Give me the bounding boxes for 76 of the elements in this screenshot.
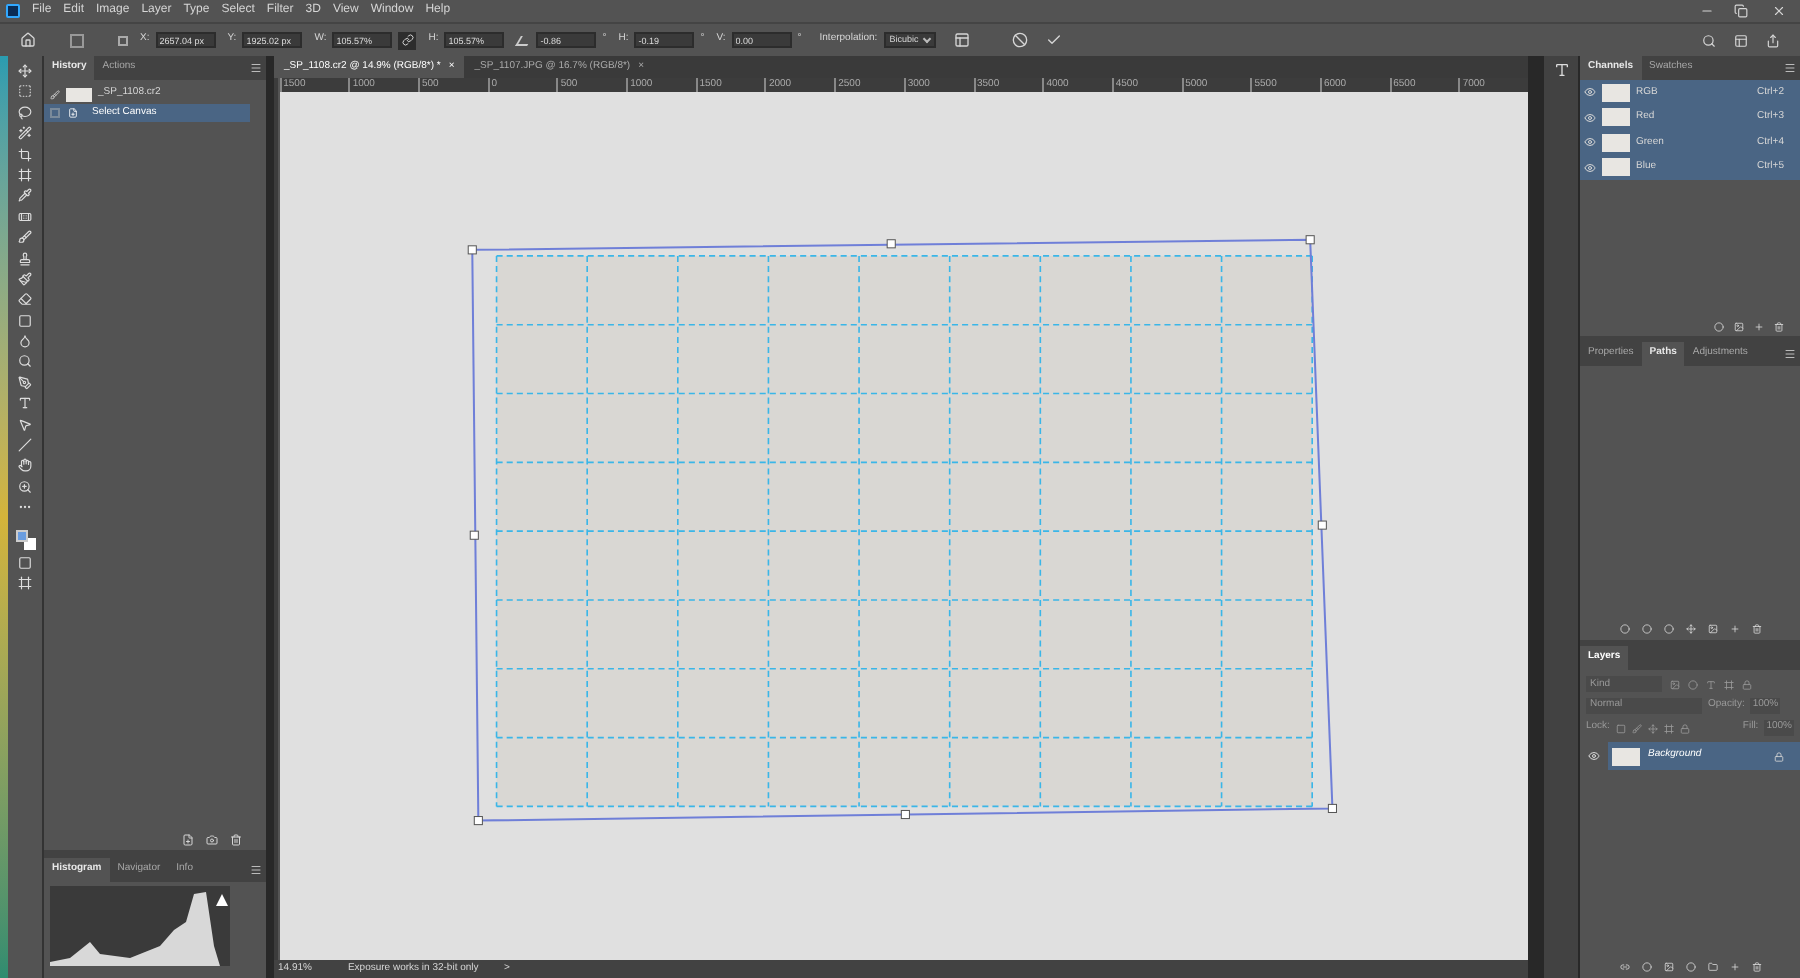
layer-action-icon[interactable] — [1707, 962, 1717, 972]
new-channel-icon[interactable] — [1754, 322, 1764, 332]
eye-icon[interactable] — [1584, 86, 1596, 99]
snapshot-source-checkbox[interactable] — [50, 108, 60, 118]
path-tool-icon[interactable] — [1663, 624, 1673, 634]
workspace-icon[interactable] — [1734, 33, 1748, 47]
path-tool-icon[interactable] — [1641, 624, 1651, 634]
layer-action-icon[interactable] — [1729, 962, 1739, 972]
lock-option-icon[interactable] — [1663, 723, 1674, 733]
search-icon[interactable] — [1702, 33, 1716, 47]
transform-handle[interactable] — [1304, 235, 1314, 245]
trash-icon[interactable] — [230, 834, 242, 846]
hand-icon[interactable] — [18, 458, 32, 473]
cancel-icon[interactable] — [1012, 32, 1029, 48]
transform-handle[interactable] — [466, 245, 477, 255]
new-document-icon[interactable] — [182, 834, 194, 846]
reference-checkbox[interactable] — [118, 35, 128, 45]
lasso-icon[interactable] — [18, 105, 32, 120]
layer-action-icon[interactable] — [1663, 962, 1673, 972]
droplet-icon[interactable] — [18, 334, 32, 349]
line-icon[interactable] — [18, 438, 32, 453]
layer-action-icon[interactable] — [1641, 962, 1651, 972]
home-icon[interactable] — [20, 32, 36, 48]
app-logo-icon[interactable] — [6, 4, 20, 18]
character-panel-icon[interactable] — [1553, 62, 1569, 78]
bandage-icon[interactable] — [18, 209, 32, 224]
trash-icon[interactable] — [1774, 322, 1784, 332]
transform-handle[interactable] — [885, 239, 896, 249]
history-brush-icon[interactable] — [18, 271, 32, 286]
panel-menu-icon[interactable] — [250, 62, 262, 74]
panel-menu-icon[interactable] — [250, 864, 262, 876]
eye-icon[interactable] — [1584, 111, 1596, 124]
snapshot-thumbnail — [66, 87, 92, 101]
selection-icon[interactable] — [1714, 322, 1724, 332]
document-icon — [68, 108, 78, 118]
eraser-icon[interactable] — [18, 292, 32, 307]
layer-action-icon[interactable] — [1685, 962, 1695, 972]
transform-handle[interactable] — [1317, 520, 1327, 530]
transform-handle[interactable] — [473, 816, 483, 826]
panel-menu-icon[interactable] — [1784, 62, 1796, 74]
transform-handle[interactable] — [900, 809, 910, 820]
color-swatches[interactable] — [15, 529, 35, 550]
stamp-icon[interactable] — [18, 251, 32, 266]
brush-icon — [50, 89, 60, 99]
close-icon[interactable] — [1772, 4, 1786, 18]
crop-icon[interactable] — [18, 147, 32, 162]
path-tool-icon[interactable] — [1619, 624, 1629, 634]
restore-icon[interactable] — [1734, 4, 1748, 18]
minimize-icon[interactable] — [1700, 4, 1714, 18]
move-icon[interactable] — [18, 64, 32, 78]
path-tool-icon[interactable] — [1685, 624, 1695, 634]
layer-action-icon[interactable] — [1751, 962, 1761, 972]
filter-icon[interactable] — [1724, 679, 1734, 689]
eye-icon[interactable] — [1584, 136, 1596, 149]
share-icon[interactable] — [1766, 33, 1780, 47]
mask-icon[interactable] — [1734, 322, 1744, 332]
transform-handle[interactable] — [1327, 803, 1337, 813]
link-button[interactable] — [398, 31, 417, 49]
eye-icon[interactable] — [1584, 161, 1596, 174]
brush-icon[interactable] — [18, 230, 32, 245]
path-tool-icon[interactable] — [1751, 624, 1761, 634]
pointer-icon[interactable] — [18, 417, 32, 432]
commit-icon[interactable] — [1046, 32, 1063, 48]
panel-menu-icon[interactable] — [1784, 348, 1796, 360]
layer-action-icon[interactable] — [1619, 962, 1629, 972]
wand-icon[interactable] — [18, 126, 32, 141]
zoom-icon[interactable] — [18, 479, 32, 494]
pen-icon[interactable] — [18, 375, 32, 390]
type-icon[interactable] — [18, 396, 32, 411]
eye-icon[interactable] — [1588, 750, 1600, 762]
eyedropper-icon[interactable] — [18, 188, 32, 203]
camera-icon[interactable] — [206, 834, 218, 846]
reference-point-icon[interactable] — [70, 33, 84, 47]
path-tool-icon[interactable] — [1729, 624, 1739, 634]
transform-handle[interactable] — [469, 530, 479, 540]
path-tool-icon[interactable] — [1707, 624, 1717, 634]
